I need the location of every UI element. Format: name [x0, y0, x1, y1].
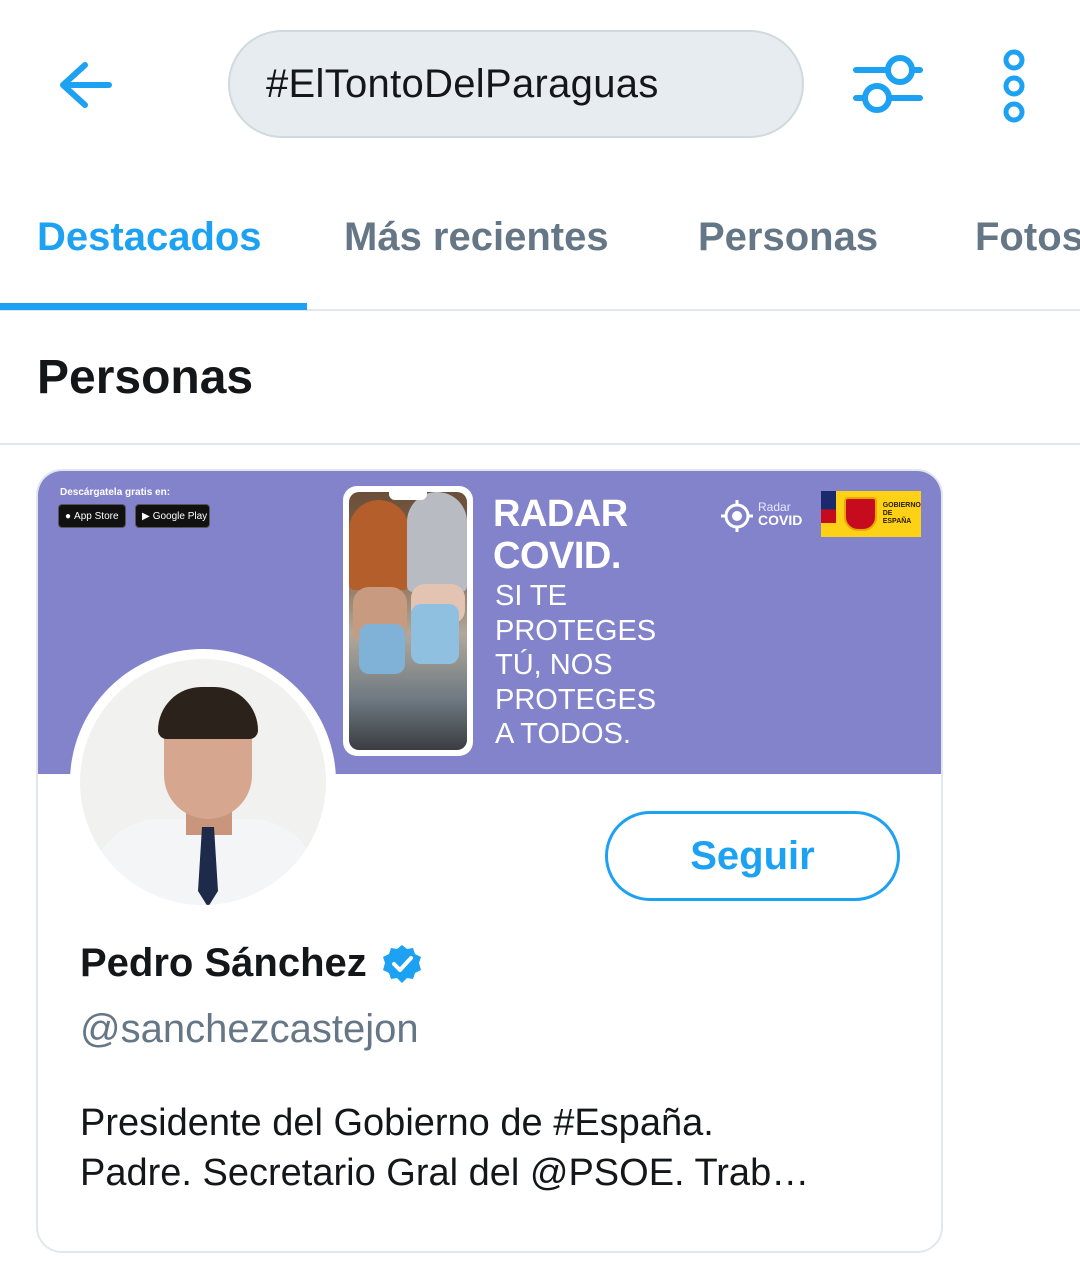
flag-icon — [821, 491, 837, 537]
tagline-line: PROTEGES — [495, 614, 657, 647]
more-vertical-icon — [1003, 49, 1025, 123]
play-icon: ▶ — [142, 510, 150, 522]
mask-right — [411, 604, 459, 664]
tab-destacados[interactable]: Destacados — [37, 215, 262, 260]
user-card[interactable]: Descárgatela gratis en: ● App Store ▶ Go… — [36, 469, 943, 1253]
active-tab-indicator — [0, 303, 307, 310]
follow-button[interactable]: Seguir — [605, 811, 900, 901]
avatar-photo — [80, 659, 326, 905]
google-play-badge: ▶ Google Play — [135, 504, 210, 528]
section-divider — [0, 443, 1080, 445]
radar-icon — [721, 500, 753, 532]
user-bio: Presidente del Gobierno de #España. Padr… — [80, 1098, 910, 1198]
gov-line: DE ESPAÑA — [882, 510, 912, 525]
back-button[interactable] — [50, 50, 120, 120]
user-handle[interactable]: @sanchezcastejon — [80, 1007, 419, 1052]
user-name-row: Pedro Sánchez — [80, 941, 423, 986]
gov-line: GOBIERNO — [882, 502, 921, 509]
bio-line: Padre. Secretario Gral del @PSOE. Trab… — [80, 1152, 810, 1194]
avatar[interactable] — [70, 649, 336, 915]
sliders-icon — [853, 55, 923, 113]
coat-of-arms-icon — [844, 497, 877, 531]
apple-icon: ● — [65, 510, 72, 522]
tagline-line: SI TE — [495, 580, 567, 612]
search-filter-button[interactable] — [850, 52, 926, 116]
tab-mas-recientes[interactable]: Más recientes — [344, 215, 609, 260]
banner-headline: RADAR COVID. — [493, 493, 628, 577]
phone-photo — [343, 486, 473, 756]
tagline-line: A TODOS. — [495, 718, 631, 750]
hat-right — [407, 492, 467, 592]
verified-badge-icon — [382, 944, 421, 983]
tab-personas[interactable]: Personas — [698, 215, 878, 260]
phone-notch — [389, 492, 427, 500]
app-store-label: App Store — [74, 510, 119, 522]
search-input[interactable]: #ElTontoDelParaguas — [228, 30, 804, 138]
gov-text: GOBIERNO DE ESPAÑA — [883, 502, 921, 526]
search-tabs: Destacados Más recientes Personas Fotos — [0, 185, 1080, 311]
arrow-left-icon — [60, 62, 112, 108]
more-options-button[interactable] — [990, 48, 1038, 124]
google-play-label: Google Play — [152, 510, 208, 522]
store-caption: Descárgatela gratis en: — [60, 487, 171, 498]
hat-left — [349, 500, 409, 590]
app-store-badge: ● App Store — [58, 504, 126, 528]
top-bar: #ElTontoDelParaguas — [0, 0, 1080, 170]
bio-line: Presidente del Gobierno de #España. — [80, 1102, 714, 1144]
section-title: Personas — [37, 351, 254, 404]
mask-left — [359, 624, 405, 674]
tagline-line: PROTEGES — [495, 683, 657, 716]
avatar-hair — [158, 687, 258, 739]
user-display-name[interactable]: Pedro Sánchez — [80, 941, 367, 986]
gobierno-logo: GOBIERNO DE ESPAÑA — [821, 491, 921, 537]
headline-line: RADAR — [493, 493, 628, 535]
couple-photo — [349, 492, 467, 750]
logo-word: COVID — [758, 512, 803, 528]
search-query: #ElTontoDelParaguas — [266, 61, 659, 106]
tagline-line: TÚ, NOS — [495, 649, 613, 681]
headline-line: COVID. — [493, 535, 621, 577]
tab-fotos[interactable]: Fotos — [975, 215, 1080, 260]
radar-covid-logo: Radar COVID — [720, 496, 815, 536]
banner-tagline: SI TE PROTEGES TÚ, NOS PROTEGES A TODOS. — [495, 579, 656, 752]
